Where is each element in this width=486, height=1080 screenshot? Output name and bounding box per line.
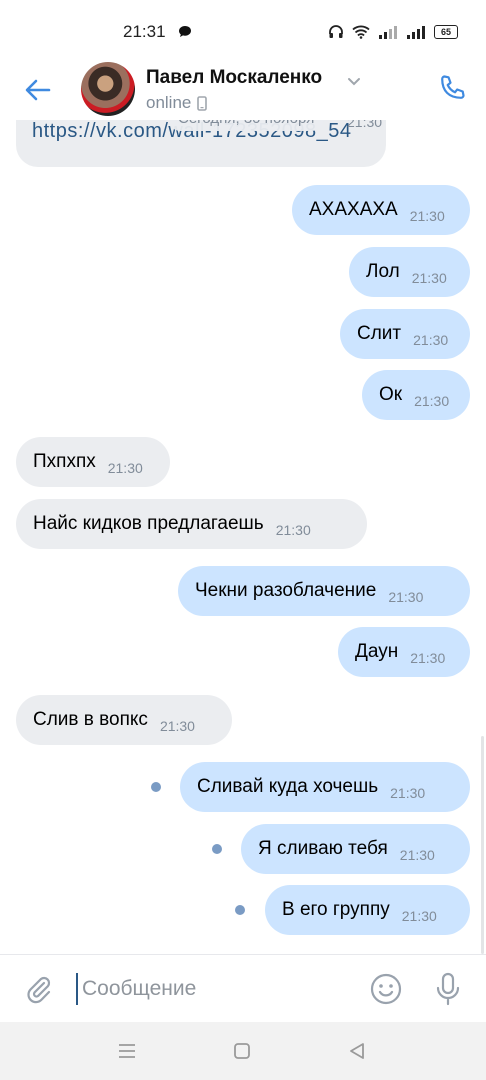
message-text: Найс кидков предлагаешь xyxy=(33,513,264,534)
message-time: 21:30 xyxy=(413,332,449,348)
call-button[interactable] xyxy=(436,72,468,109)
message-time: 21:30 xyxy=(107,460,143,476)
status-time: 21:31 xyxy=(123,22,166,41)
message-incoming[interactable]: Найс кидков предлагаешь 21:30 xyxy=(16,499,367,549)
message-text: Слив в вопкс xyxy=(33,709,148,730)
contact-name[interactable]: Павел Москаленко xyxy=(146,67,322,89)
message-outgoing[interactable]: Даун 21:30 xyxy=(338,627,470,677)
message-time: 21:30 xyxy=(390,785,426,801)
unread-indicator xyxy=(151,782,161,792)
message-outgoing[interactable]: АХАХАХА 21:30 xyxy=(292,185,470,235)
date-divider: Сегодня, 30 ноября xyxy=(168,120,325,131)
avatar[interactable] xyxy=(81,62,135,116)
message-text: Лол xyxy=(366,261,400,282)
chevron-down-icon[interactable] xyxy=(347,74,361,92)
message-time: 21:30 xyxy=(159,718,195,734)
home-icon[interactable] xyxy=(233,1042,251,1065)
message-time: 21:30 xyxy=(347,120,383,130)
mobile-device-icon xyxy=(197,95,208,111)
status-bar: 21:31 65 xyxy=(0,0,486,62)
voice-message-button[interactable] xyxy=(433,971,463,1012)
message-text: Чекни разоблачение xyxy=(195,580,377,601)
message-time: 21:30 xyxy=(388,589,424,605)
menu-icon[interactable] xyxy=(117,1042,137,1065)
presence-status: online xyxy=(146,93,208,113)
message-time: 21:30 xyxy=(399,847,435,863)
message-text: Ок xyxy=(379,384,403,405)
presence-text: online xyxy=(146,93,192,112)
message-time: 21:30 xyxy=(410,650,446,666)
message-outgoing[interactable]: В его группу 21:30 xyxy=(265,885,470,935)
message-incoming[interactable]: Слив в вопкс 21:30 xyxy=(16,695,232,745)
system-navigation-bar xyxy=(0,1022,486,1080)
emoji-button[interactable] xyxy=(369,972,403,1011)
message-outgoing[interactable]: Ок 21:30 xyxy=(362,370,470,420)
battery-indicator: 65 xyxy=(434,25,458,39)
message-composer xyxy=(0,954,486,1023)
chat-header: Павел Москаленко online xyxy=(0,62,486,120)
status-icons: 65 xyxy=(328,22,458,42)
message-outgoing[interactable]: Чекни разоблачение 21:30 xyxy=(178,566,470,616)
message-text: Слит xyxy=(357,323,402,344)
message-text: Я сливаю тебя xyxy=(258,838,388,859)
message-time: 21:30 xyxy=(414,393,450,409)
message-input[interactable] xyxy=(76,973,352,1005)
message-time: 21:30 xyxy=(401,908,437,924)
message-incoming[interactable]: Пхпхпх 21:30 xyxy=(16,437,170,487)
message-outgoing[interactable]: Лол 21:30 xyxy=(349,247,470,297)
wifi-icon xyxy=(352,25,370,39)
message-list[interactable]: https://vk.com/wall-172352098_54 Сегодня… xyxy=(0,120,486,954)
chat-notification-icon xyxy=(178,25,192,43)
microphone-icon xyxy=(436,972,460,1006)
message-text: АХАХАХА xyxy=(309,199,398,220)
smile-icon xyxy=(370,973,402,1005)
attach-button[interactable] xyxy=(22,973,54,1010)
link-message[interactable]: https://vk.com/wall-172352098_54 Сегодня… xyxy=(16,120,386,167)
signal-icon-2 xyxy=(407,26,425,39)
message-text: Сливай куда хочешь xyxy=(197,776,379,797)
headphones-icon xyxy=(329,25,343,38)
message-time: 21:30 xyxy=(409,208,445,224)
paperclip-icon xyxy=(27,976,51,1004)
scrollbar[interactable] xyxy=(481,736,484,954)
message-text: Даун xyxy=(355,641,399,662)
message-time: 21:30 xyxy=(275,522,311,538)
back-arrow-icon xyxy=(25,79,51,101)
message-text: В его группу xyxy=(282,899,390,920)
message-outgoing[interactable]: Слит 21:30 xyxy=(340,309,470,359)
message-outgoing[interactable]: Я сливаю тебя 21:30 xyxy=(241,824,470,874)
back-nav-icon[interactable] xyxy=(348,1042,366,1065)
back-button[interactable] xyxy=(22,74,54,106)
message-time: 21:30 xyxy=(411,270,447,286)
unread-indicator xyxy=(235,905,245,915)
signal-icon xyxy=(379,26,397,39)
phone-icon xyxy=(441,75,465,99)
message-text: Пхпхпх xyxy=(33,451,96,472)
unread-indicator xyxy=(212,844,222,854)
message-outgoing[interactable]: Сливай куда хочешь 21:30 xyxy=(180,762,470,812)
